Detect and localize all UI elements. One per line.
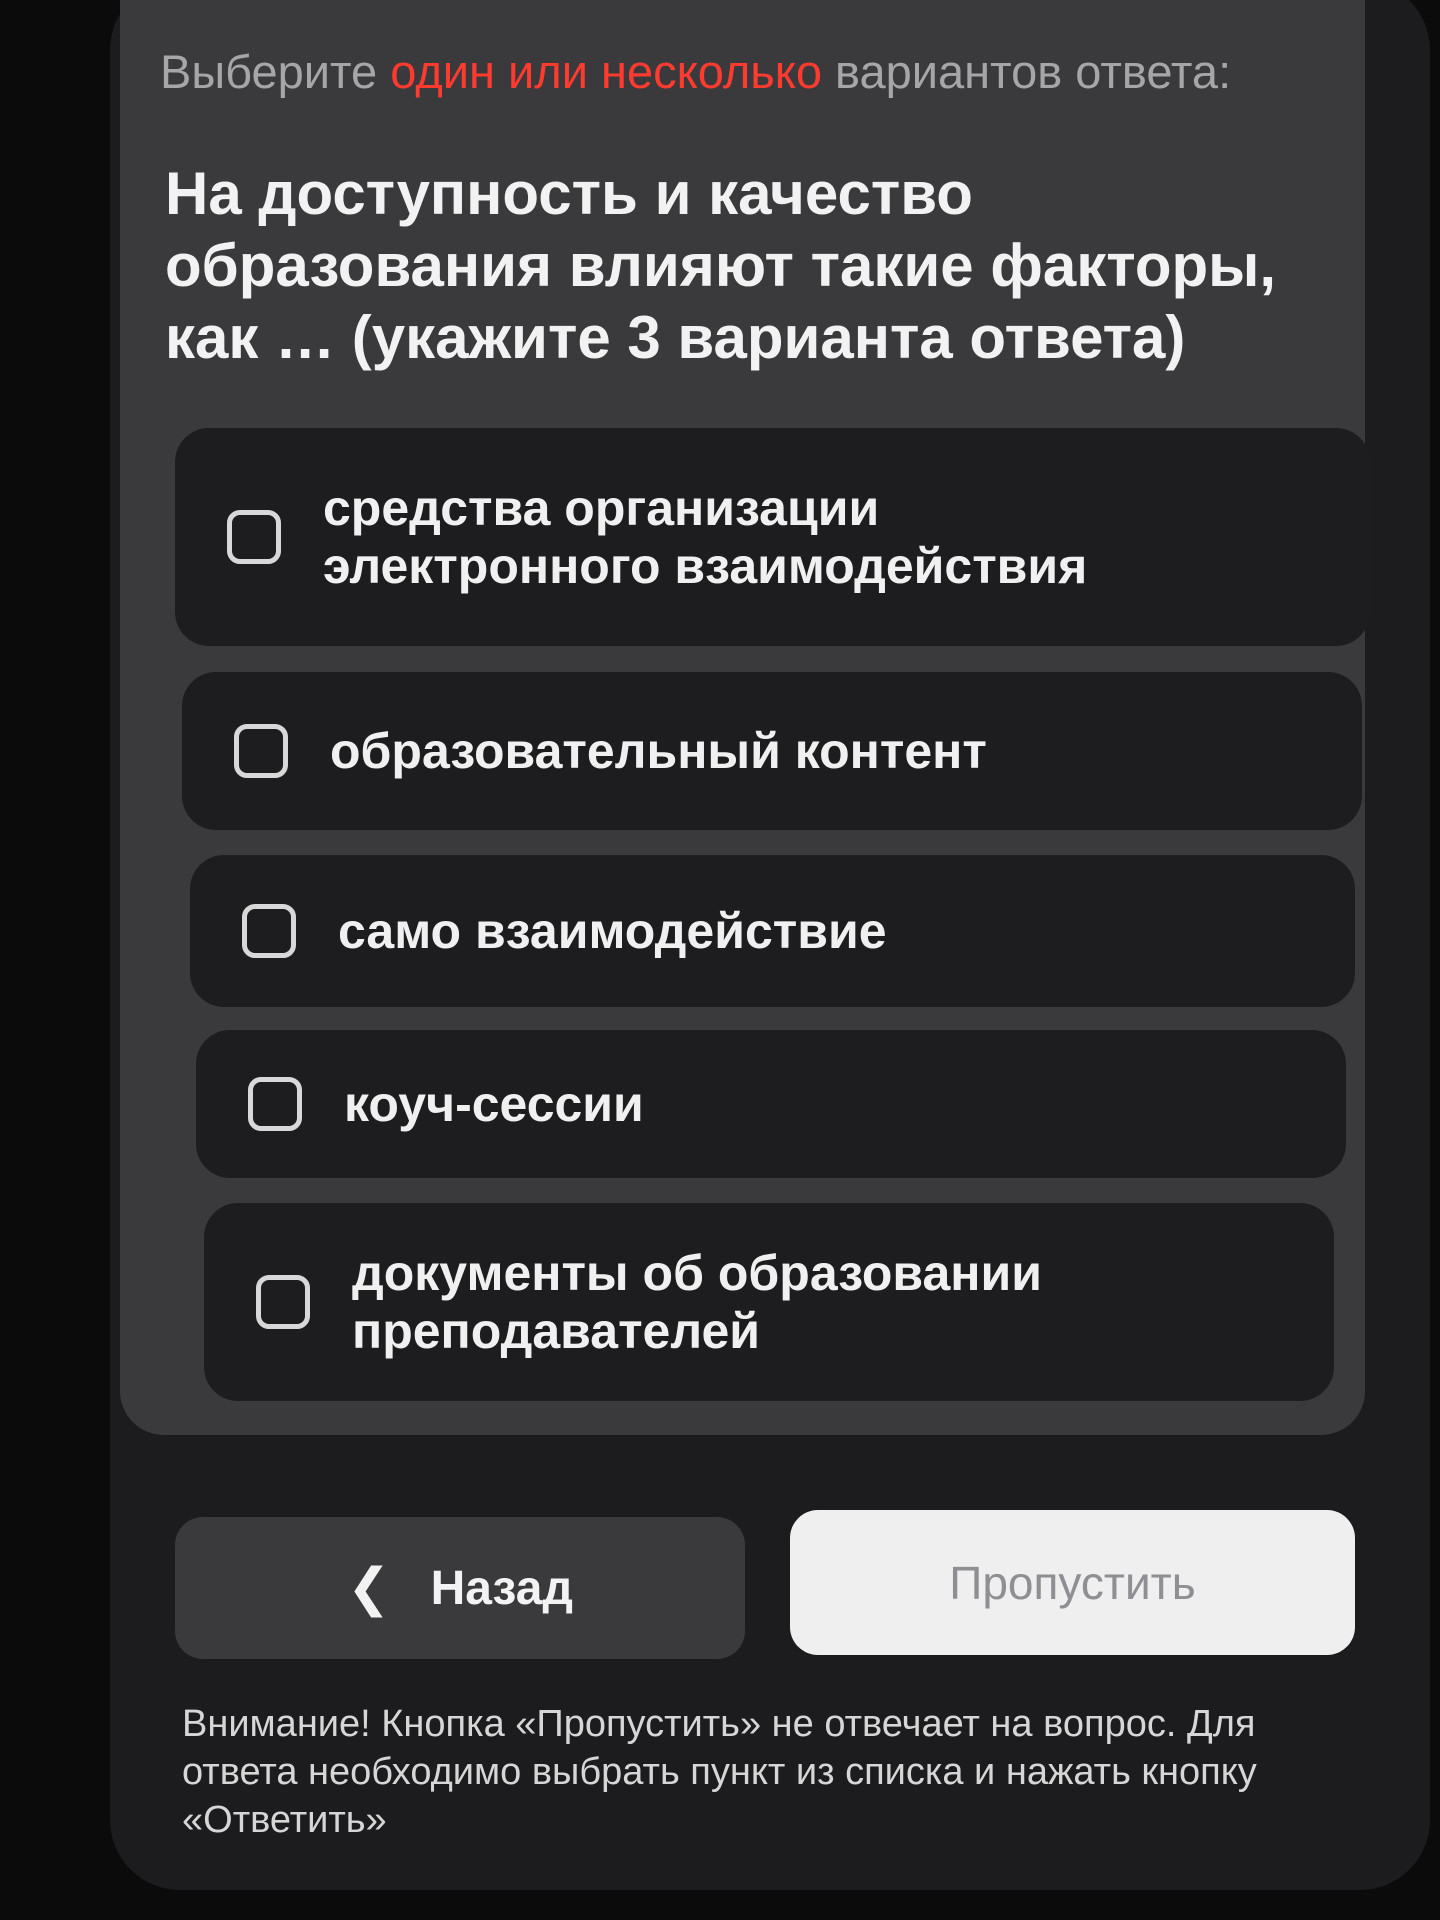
checkbox-icon[interactable] (248, 1077, 302, 1131)
option-label: документы об образовании преподавателей (352, 1245, 1042, 1359)
instruction-prefix: Выберите (160, 45, 391, 98)
back-button[interactable]: ❮ Назад (175, 1517, 745, 1659)
option-1[interactable]: средства организации электронного взаимо… (175, 428, 1370, 646)
option-5[interactable]: документы об образовании преподавателей (204, 1203, 1334, 1401)
option-3[interactable]: само взаимодействие (190, 855, 1355, 1007)
notice-text: Внимание! Кнопка «Пропустить» не отвечае… (182, 1703, 1257, 1841)
checkbox-icon[interactable] (227, 510, 281, 564)
option-label: само взаимодействие (338, 903, 887, 959)
back-button-label: Назад (430, 1561, 573, 1615)
option-label: коуч-сессии (344, 1076, 644, 1132)
checkbox-icon[interactable] (234, 724, 288, 778)
checkbox-icon[interactable] (242, 904, 296, 958)
chevron-left-icon: ❮ (347, 1559, 391, 1617)
option-label: средства организации электронного взаимо… (323, 480, 1088, 594)
instruction-suffix: вариантов ответа: (821, 45, 1232, 98)
option-2[interactable]: образовательный контент (182, 672, 1362, 830)
checkbox-icon[interactable] (256, 1275, 310, 1329)
option-label: образовательный контент (330, 723, 987, 779)
skip-button[interactable]: Пропустить (790, 1510, 1355, 1655)
skip-button-label: Пропустить (949, 1556, 1196, 1609)
instruction-highlight: один или несколько (390, 45, 822, 98)
option-4[interactable]: коуч-сессии (196, 1030, 1346, 1178)
instruction-text: Выберите один или несколько вариантов от… (160, 44, 1360, 99)
question-title: На доступность и качество образования вл… (165, 160, 1277, 371)
